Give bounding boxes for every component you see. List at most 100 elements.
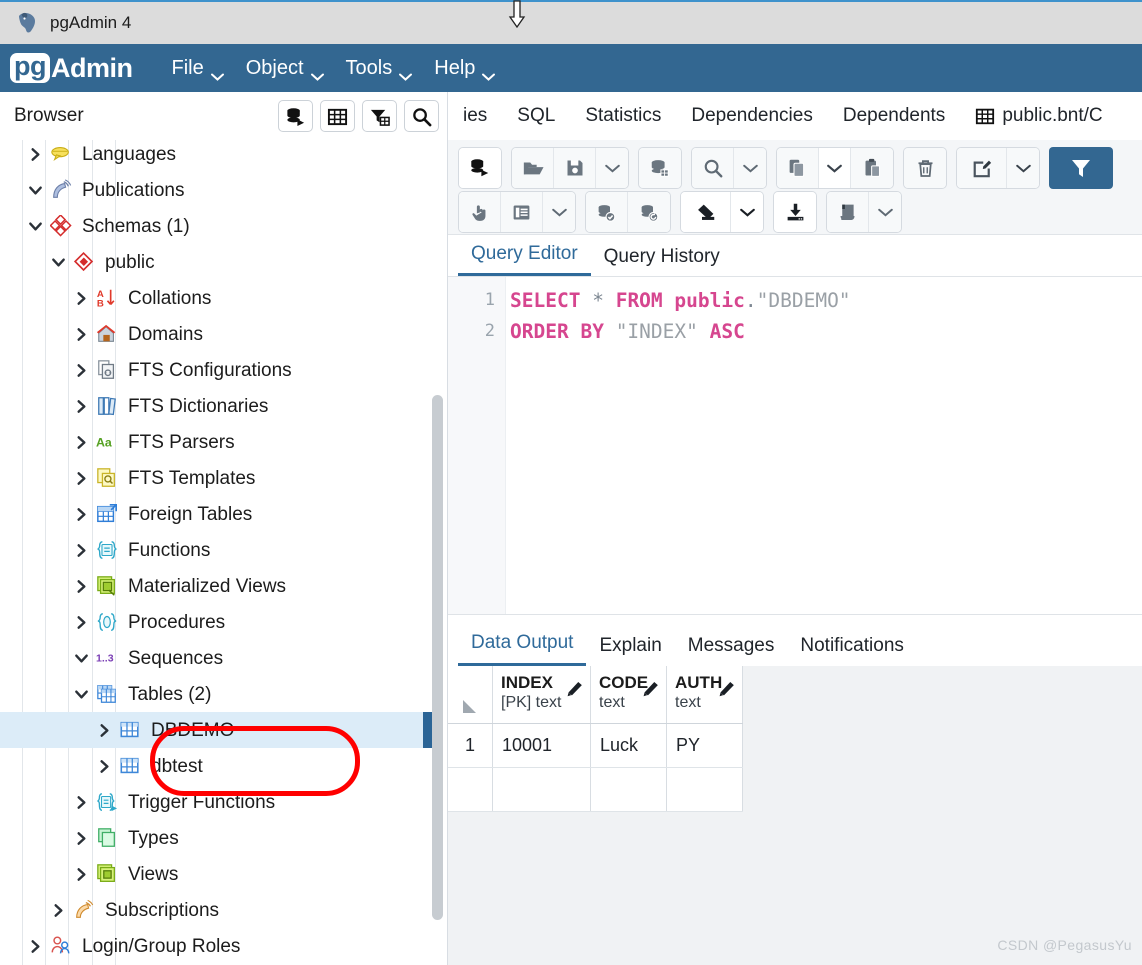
chevron-right-icon[interactable] (91, 759, 117, 774)
chevron-right-icon[interactable] (68, 579, 94, 594)
grid-cell[interactable] (667, 768, 743, 811)
tab-dependents[interactable]: Dependents (828, 105, 960, 127)
tree-item-materialized-views[interactable]: Materialized Views (0, 568, 432, 604)
tree-item-fts-parsers[interactable]: Aa FTS Parsers (0, 424, 432, 460)
tab-messages[interactable]: Messages (675, 635, 788, 666)
tree-item-public[interactable]: public (0, 244, 432, 280)
tab-sql[interactable]: SQL (502, 105, 570, 127)
chevron-right-icon[interactable] (68, 507, 94, 522)
tree-item-fts-dictionaries[interactable]: FTS Dictionaries (0, 388, 432, 424)
tree-item-fts-configurations[interactable]: FTS Configurations (0, 352, 432, 388)
chevron-right-icon[interactable] (68, 795, 94, 810)
save-options-button[interactable] (596, 148, 628, 188)
delete-row-button[interactable] (904, 148, 946, 188)
tree-item-domains[interactable]: Domains (0, 316, 432, 352)
tree-item-foreign-tables[interactable]: Foreign Tables (0, 496, 432, 532)
tab-query-editor[interactable]: Query Editor (458, 243, 591, 276)
browser-tree-panel[interactable]: Languages Publications Schemas (1) public A B… (0, 140, 448, 965)
tree-item-publications[interactable]: Publications (0, 172, 432, 208)
chevron-right-icon[interactable] (68, 291, 94, 306)
chevron-right-icon[interactable] (68, 435, 94, 450)
tab-dependencies[interactable]: Dependencies (676, 105, 827, 127)
sql-code[interactable]: SELECT * FROM public."DBDEMO" ORDER BY "I… (510, 277, 1142, 347)
copy-options-button[interactable] (819, 148, 851, 188)
chevron-right-icon[interactable] (45, 903, 71, 918)
chevron-right-icon[interactable] (68, 831, 94, 846)
chevron-right-icon[interactable] (68, 543, 94, 558)
chevron-down-icon[interactable] (22, 183, 48, 198)
tree-item-collations[interactable]: A B Collations (0, 280, 432, 316)
macros-dropdown-button[interactable] (869, 192, 901, 232)
menu-help[interactable]: Help (423, 53, 506, 84)
execute-script-button[interactable] (459, 192, 501, 232)
grid-column-header[interactable]: AUTH text (667, 666, 743, 723)
clear-button[interactable] (681, 192, 731, 232)
menu-object[interactable]: Object (235, 53, 335, 84)
download-button[interactable] (774, 192, 816, 232)
code-line[interactable]: ORDER BY "INDEX" ASC (510, 316, 1142, 347)
grid-cell[interactable]: PY (667, 724, 743, 767)
sql-editor[interactable]: 12 SELECT * FROM public."DBDEMO" ORDER BY… (448, 277, 1142, 614)
database-edit-button[interactable] (639, 148, 681, 188)
tree-item-trigger-functions[interactable]: Trigger Functions (0, 784, 432, 820)
tree-item-fts-templates[interactable]: FTS Templates (0, 460, 432, 496)
find-button[interactable] (692, 148, 734, 188)
chevron-down-icon[interactable] (68, 687, 94, 702)
search-icon[interactable] (404, 100, 439, 132)
open-file-button[interactable] (512, 148, 554, 188)
chevron-right-icon[interactable] (91, 723, 117, 738)
grid-cell[interactable]: 10001 (493, 724, 591, 767)
paste-button[interactable] (851, 148, 893, 188)
chevron-right-icon[interactable] (68, 399, 94, 414)
tab-statistics[interactable]: Statistics (570, 105, 676, 127)
tree-item-schemas-1[interactable]: Schemas (1) (0, 208, 432, 244)
tree-item-subscriptions[interactable]: Subscriptions (0, 892, 432, 928)
chevron-right-icon[interactable] (22, 147, 48, 162)
funnel-table-icon[interactable] (362, 100, 397, 132)
table-grid-icon[interactable] (320, 100, 355, 132)
clear-dropdown-button[interactable] (731, 192, 763, 232)
grid-cell[interactable] (493, 768, 591, 811)
chevron-right-icon[interactable] (68, 471, 94, 486)
tree-item-login-group-roles[interactable]: Login/Group Roles (0, 928, 432, 964)
grid-cell[interactable] (591, 768, 667, 811)
chevron-right-icon[interactable] (68, 363, 94, 378)
grid-row[interactable] (448, 768, 743, 812)
tree-item-functions[interactable]: Functions (0, 532, 432, 568)
open-query-tool-button[interactable] (459, 148, 501, 188)
data-output-grid[interactable]: INDEX [PK] text CODE text AUTH text 1 10001 Luc… (448, 666, 1142, 965)
tab-data-output[interactable]: Data Output (458, 632, 587, 666)
chevron-right-icon[interactable] (68, 327, 94, 342)
tab-explain[interactable]: Explain (586, 635, 674, 666)
rollback-button[interactable] (628, 192, 670, 232)
chevron-right-icon[interactable] (22, 939, 48, 954)
commit-button[interactable] (586, 192, 628, 232)
chevron-right-icon[interactable] (68, 615, 94, 630)
menu-file[interactable]: File (161, 53, 235, 84)
tree-scrollbar[interactable] (432, 395, 443, 920)
macros-button[interactable] (827, 192, 869, 232)
find-options-button[interactable] (734, 148, 766, 188)
grid-row[interactable]: 1 10001 Luck PY (448, 724, 743, 768)
tree-item-dbtest[interactable]: dbtest (0, 748, 432, 784)
edit-options-button[interactable] (1007, 148, 1039, 188)
explain-dropdown-button[interactable] (543, 192, 575, 232)
grid-corner-cell[interactable] (448, 666, 493, 723)
tree-item-tables-2[interactable]: Tables (2) (0, 676, 432, 712)
chevron-down-icon[interactable] (22, 219, 48, 234)
copy-button[interactable] (777, 148, 819, 188)
chevron-down-icon[interactable] (68, 651, 94, 666)
tree-item-views[interactable]: Views (0, 856, 432, 892)
chevron-right-icon[interactable] (68, 867, 94, 882)
code-line[interactable]: SELECT * FROM public."DBDEMO" (510, 285, 1142, 316)
tab-query-history[interactable]: Query History (591, 246, 733, 276)
save-file-button[interactable] (554, 148, 596, 188)
edit-button[interactable] (957, 148, 1007, 188)
tab-notifications[interactable]: Notifications (787, 635, 917, 666)
chevron-down-icon[interactable] (45, 255, 71, 270)
tree-item-dbdemo[interactable]: DBDEMO (0, 712, 432, 748)
tree-item-sequences[interactable]: 1..3 Sequences (0, 640, 432, 676)
filter-button[interactable] (1049, 147, 1113, 189)
tree-item-types[interactable]: Types (0, 820, 432, 856)
tab-properties-truncated[interactable]: ies (448, 105, 502, 127)
